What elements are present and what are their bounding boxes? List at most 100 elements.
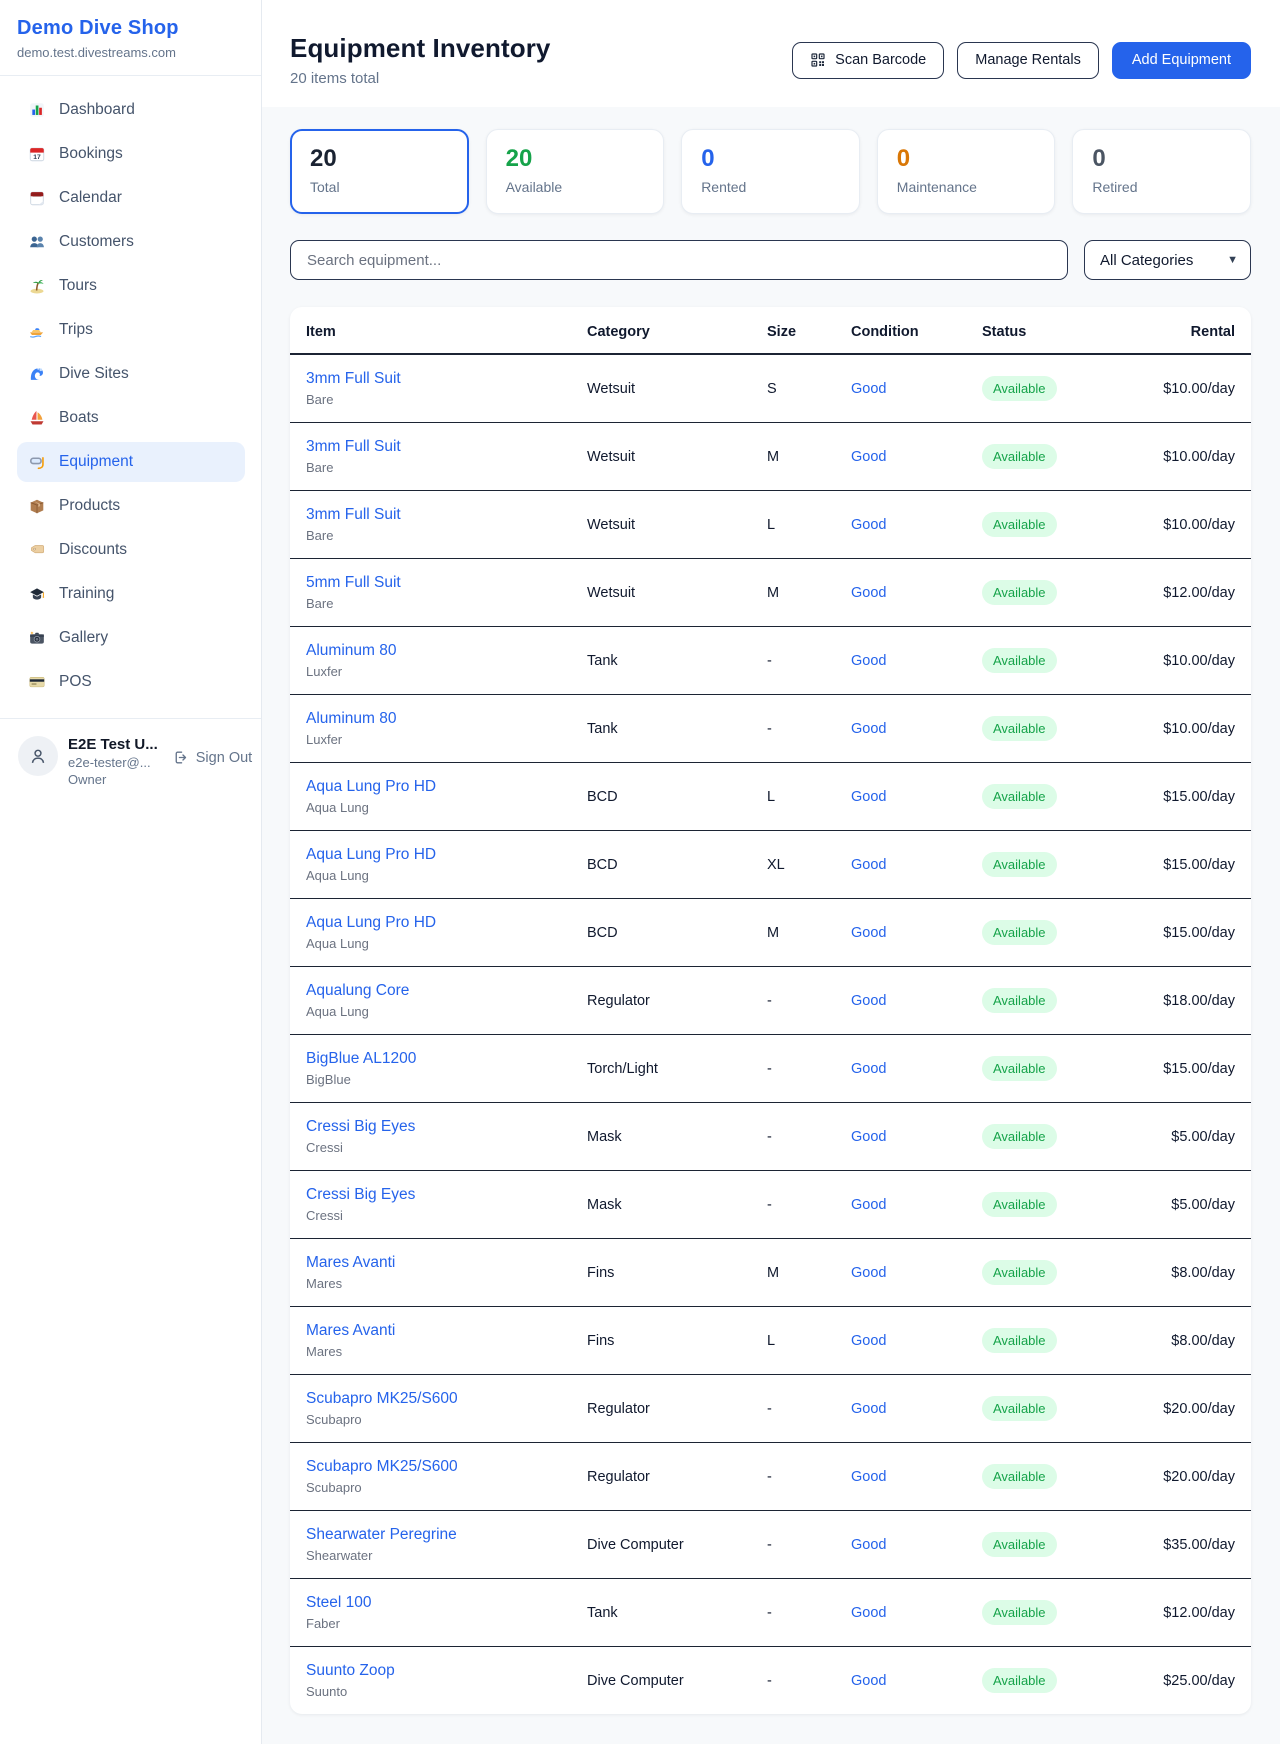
item-size: -	[767, 1511, 851, 1579]
item-name-link[interactable]: Aqua Lung Pro HD	[306, 846, 587, 864]
stat-label: Maintenance	[897, 179, 1036, 195]
condition-link[interactable]: Good	[851, 789, 886, 805]
sidebar-item-label: Trips	[59, 321, 93, 339]
item-name-link[interactable]: Shearwater Peregrine	[306, 1526, 587, 1544]
sidebar-item-training[interactable]: Training	[17, 574, 245, 614]
condition-link[interactable]: Good	[851, 1061, 886, 1077]
table-row: Mares AvantiMaresFinsLGoodAvailable$8.00…	[290, 1307, 1251, 1375]
sidebar-item-bookings[interactable]: 17Bookings	[17, 134, 245, 174]
item-name-link[interactable]: Scubapro MK25/S600	[306, 1390, 587, 1408]
item-name-link[interactable]: 5mm Full Suit	[306, 574, 587, 592]
category-select[interactable]: All Categories ▼	[1084, 240, 1251, 280]
search-input[interactable]	[290, 240, 1068, 280]
condition-link[interactable]: Good	[851, 1605, 886, 1621]
manage-rentals-button[interactable]: Manage Rentals	[957, 42, 1099, 79]
item-name-link[interactable]: Scubapro MK25/S600	[306, 1458, 587, 1476]
item-name-link[interactable]: Aqualung Core	[306, 982, 587, 1000]
item-brand: Mares	[306, 1344, 587, 1359]
item-category: Fins	[587, 1239, 767, 1307]
sign-out-icon	[172, 749, 189, 766]
item-name-link[interactable]: Aluminum 80	[306, 710, 587, 728]
stat-card-total[interactable]: 20Total	[290, 129, 469, 214]
stat-card-maintenance[interactable]: 0Maintenance	[877, 129, 1056, 214]
item-size: -	[767, 1103, 851, 1171]
sidebar-item-products[interactable]: Products	[17, 486, 245, 526]
item-name-link[interactable]: 3mm Full Suit	[306, 438, 587, 456]
stat-value: 0	[701, 145, 840, 173]
item-size: XL	[767, 831, 851, 899]
item-name-link[interactable]: 3mm Full Suit	[306, 370, 587, 388]
item-name-link[interactable]: Aqua Lung Pro HD	[306, 914, 587, 932]
sidebar-item-dashboard[interactable]: Dashboard	[17, 90, 245, 130]
sidebar-item-discounts[interactable]: Discounts	[17, 530, 245, 570]
sidebar-item-customers[interactable]: Customers	[17, 222, 245, 262]
condition-link[interactable]: Good	[851, 1333, 886, 1349]
item-brand: Bare	[306, 460, 587, 475]
item-size: -	[767, 967, 851, 1035]
item-name-link[interactable]: Cressi Big Eyes	[306, 1186, 587, 1204]
condition-link[interactable]: Good	[851, 653, 886, 669]
condition-link[interactable]: Good	[851, 1129, 886, 1145]
sidebar-item-label: Tours	[59, 277, 97, 295]
condition-link[interactable]: Good	[851, 1265, 886, 1281]
stat-card-available[interactable]: 20Available	[486, 129, 665, 214]
table-row: Aqualung CoreAqua LungRegulator-GoodAvai…	[290, 967, 1251, 1035]
item-name-link[interactable]: Mares Avanti	[306, 1322, 587, 1340]
condition-link[interactable]: Good	[851, 1469, 886, 1485]
condition-link[interactable]: Good	[851, 449, 886, 465]
sidebar-item-dive-sites[interactable]: Dive Sites	[17, 354, 245, 394]
rental-price: $25.00/day	[1127, 1647, 1251, 1715]
item-name-link[interactable]: 3mm Full Suit	[306, 506, 587, 524]
sign-out-button[interactable]: Sign Out	[172, 749, 252, 766]
user-panel: E2E Test U... e2e-tester@... Owner Sign …	[0, 718, 261, 787]
sidebar-item-boats[interactable]: Boats	[17, 398, 245, 438]
item-brand: Mares	[306, 1276, 587, 1291]
sidebar-item-label: Training	[59, 585, 114, 603]
item-name-link[interactable]: Aqua Lung Pro HD	[306, 778, 587, 796]
stat-card-retired[interactable]: 0Retired	[1072, 129, 1251, 214]
sidebar-item-equipment[interactable]: Equipment	[17, 442, 245, 482]
status-badge: Available	[982, 1328, 1057, 1353]
item-name-link[interactable]: Suunto Zoop	[306, 1662, 587, 1680]
rental-price: $5.00/day	[1127, 1103, 1251, 1171]
condition-link[interactable]: Good	[851, 857, 886, 873]
condition-link[interactable]: Good	[851, 1197, 886, 1213]
condition-link[interactable]: Good	[851, 925, 886, 941]
item-name-link[interactable]: Steel 100	[306, 1594, 587, 1612]
item-name-link[interactable]: Aluminum 80	[306, 642, 587, 660]
stat-card-rented[interactable]: 0Rented	[681, 129, 860, 214]
condition-link[interactable]: Good	[851, 993, 886, 1009]
add-equipment-button[interactable]: Add Equipment	[1112, 42, 1251, 79]
item-category: Dive Computer	[587, 1511, 767, 1579]
brand-domain: demo.test.divestreams.com	[17, 45, 245, 60]
condition-link[interactable]: Good	[851, 721, 886, 737]
item-name-link[interactable]: Cressi Big Eyes	[306, 1118, 587, 1136]
item-category: BCD	[587, 763, 767, 831]
sidebar-item-pos[interactable]: POS	[17, 662, 245, 702]
sidebar-item-calendar[interactable]: Calendar	[17, 178, 245, 218]
item-name-link[interactable]: Mares Avanti	[306, 1254, 587, 1272]
sidebar-item-tours[interactable]: Tours	[17, 266, 245, 306]
condition-link[interactable]: Good	[851, 1673, 886, 1689]
table-row: BigBlue AL1200BigBlueTorch/Light-GoodAva…	[290, 1035, 1251, 1103]
item-brand: Aqua Lung	[306, 936, 587, 951]
item-category: Wetsuit	[587, 559, 767, 627]
table-row: Aluminum 80LuxferTank-GoodAvailable$10.0…	[290, 627, 1251, 695]
condition-link[interactable]: Good	[851, 517, 886, 533]
condition-link[interactable]: Good	[851, 1401, 886, 1417]
rental-price: $10.00/day	[1127, 423, 1251, 491]
condition-link[interactable]: Good	[851, 585, 886, 601]
table-row: Scubapro MK25/S600ScubaproRegulator-Good…	[290, 1375, 1251, 1443]
condition-link[interactable]: Good	[851, 381, 886, 397]
table-row: Aluminum 80LuxferTank-GoodAvailable$10.0…	[290, 695, 1251, 763]
sidebar-item-gallery[interactable]: Gallery	[17, 618, 245, 658]
scan-barcode-button[interactable]: Scan Barcode	[792, 42, 944, 79]
item-name-link[interactable]: BigBlue AL1200	[306, 1050, 587, 1068]
item-size: -	[767, 1443, 851, 1511]
status-badge: Available	[982, 716, 1057, 741]
status-badge: Available	[982, 1532, 1057, 1557]
rental-price: $5.00/day	[1127, 1171, 1251, 1239]
condition-link[interactable]: Good	[851, 1537, 886, 1553]
sidebar-item-trips[interactable]: Trips	[17, 310, 245, 350]
item-category: Tank	[587, 695, 767, 763]
